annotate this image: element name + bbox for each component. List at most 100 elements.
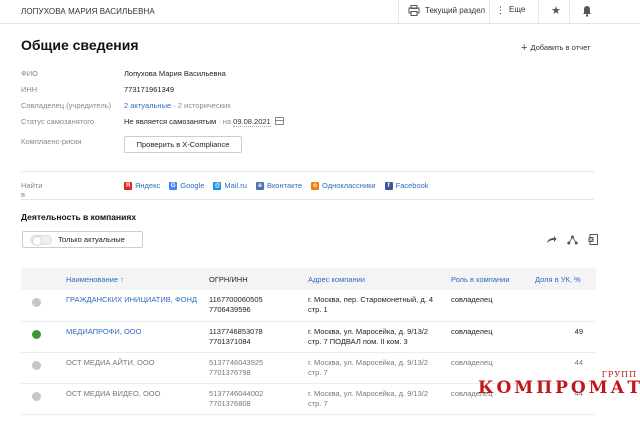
name-cell: ОСТ МЕДИА АЙТИ, ООО — [66, 352, 209, 384]
name-cell: ГРАЖДАНСКИХ ИНИЦИАТИВ, ФОНД — [66, 290, 209, 322]
toggle-switch[interactable] — [30, 234, 52, 246]
selfemployed-status: Не является самозанятым — [124, 117, 217, 126]
google-icon: G — [169, 181, 178, 190]
facebook-icon: f — [384, 181, 393, 190]
address-line1: г. Москва, ул. Маросейка, д. 9/13/2 — [308, 326, 429, 336]
find-link-google[interactable]: G Google — [169, 181, 204, 190]
address-cell: г. Москва, пер. Старомонетный, д. 4 стр. … — [308, 290, 451, 322]
activity-title: Деятельность в компаниях — [21, 212, 137, 222]
owner-actual-link[interactable]: 2 актуальные — [124, 101, 171, 110]
divider — [569, 0, 570, 24]
role-cell: совладелец — [451, 290, 535, 322]
watermark-big: КОМПРОМАТ — [478, 378, 640, 398]
share-cell: 49 — [535, 321, 596, 353]
ogrn-cell: 5137746043925 7701376798 — [209, 352, 308, 384]
header-role[interactable]: Роль в компании — [451, 268, 535, 290]
name-cell: ОСТ МЕДИА ВИДЕО, ООО — [66, 383, 209, 415]
compliance-label: Комплаенс-риски — [21, 137, 82, 146]
company-name-link[interactable]: ОСТ МЕДИА ВИДЕО, ООО — [66, 389, 160, 398]
calendar-icon[interactable] — [274, 117, 284, 125]
mailru-icon: @ — [213, 181, 222, 190]
export-excel-icon[interactable] — [588, 234, 598, 245]
inn-value: 7701376798 — [209, 367, 251, 377]
find-link-label: Mail.ru — [224, 181, 247, 190]
only-actual-toggle[interactable]: Только актуальные — [22, 231, 143, 248]
owner-value: 2 актуальные · 2 исторических — [124, 101, 231, 110]
yandex-icon: Я — [124, 181, 132, 190]
selfemployed-label: Статус самозанятого — [21, 117, 95, 126]
star-icon[interactable]: ★ — [551, 4, 561, 17]
status-inactive-icon — [32, 298, 41, 307]
divider — [489, 0, 490, 24]
bell-icon[interactable] — [582, 5, 592, 17]
divider — [398, 0, 399, 24]
selfemployed-value: Не является самозанятым · на 09.08.2021 — [124, 117, 284, 127]
only-actual-label: Только актуальные — [58, 235, 125, 244]
page-title: Общие сведения — [21, 37, 139, 53]
address-line2: стр. 7 — [308, 398, 328, 408]
selfemployed-date-field[interactable]: 09.08.2021 — [233, 117, 271, 127]
find-link-facebook[interactable]: f Facebook — [384, 181, 429, 190]
header-ogrn[interactable]: ОГРН/ИНН — [209, 268, 308, 290]
find-link-label: Одноклассники — [322, 181, 376, 190]
inn-label: ИНН — [21, 85, 38, 94]
current-section-button[interactable]: Текущий раздел — [408, 5, 485, 16]
status-inactive-icon — [32, 391, 41, 401]
role-value: совладелец — [451, 357, 493, 367]
more-dots-icon: ⋮ — [496, 4, 505, 15]
share-icon[interactable] — [546, 235, 557, 244]
ogrn-cell: 1167700060505 7706439596 — [209, 290, 308, 322]
find-link-mailru[interactable]: @ Mail.ru — [213, 181, 247, 190]
ogrn-value: 5137746044002 — [209, 388, 264, 398]
add-to-report-button[interactable]: + Добавить в отчет — [521, 42, 590, 53]
divider — [21, 199, 594, 200]
divider — [21, 171, 594, 172]
ok-icon: о — [311, 181, 320, 190]
address-line1: г. Москва, пер. Старомонетный, д. 4 — [308, 295, 434, 304]
status-cell — [21, 383, 66, 415]
find-link-ok[interactable]: о Одноклассники — [311, 181, 376, 190]
owner-label: Совладелец (учредитель) — [21, 101, 112, 110]
table-row[interactable]: ГРАЖДАНСКИХ ИНИЦИАТИВ, ФОНД 1167700060505… — [21, 290, 596, 322]
find-in-label: Найти в — [21, 181, 43, 199]
status-cell — [21, 290, 66, 322]
find-link-label: Яндекс — [135, 181, 161, 190]
header-share[interactable]: Доля в УК, % — [535, 268, 596, 290]
address-line1: г. Москва, ул. Маросейка, д. 9/13/2 — [308, 357, 429, 367]
table-row[interactable]: МЕДИАПРОФИ, ООО 1137746853078 7701371084 г.… — [21, 321, 596, 353]
watermark-logo: ГРУПП КОМПРОМАТ — [478, 370, 640, 398]
address-line2: стр. 1 — [308, 305, 328, 314]
fio-value: Лопухова Мария Васильевна — [124, 69, 226, 78]
graph-icon[interactable] — [567, 235, 578, 245]
address-line1: г. Москва, ул. Маросейка, д. 9/13/2 — [308, 388, 429, 398]
status-cell — [21, 352, 66, 384]
company-name-link[interactable]: МЕДИАПРОФИ, ООО — [66, 327, 141, 336]
selfemployed-on: · на — [216, 117, 234, 126]
company-name-link[interactable]: ОСТ МЕДИА АЙТИ, ООО — [66, 358, 155, 367]
header-address[interactable]: Адрес компании — [308, 268, 451, 290]
more-label: Еще — [509, 5, 526, 14]
address-cell: г. Москва, ул. Маросейка, д. 9/13/2 стр. … — [308, 383, 451, 415]
inn-value: 7706439596 — [209, 305, 251, 314]
owner-historical[interactable]: · 2 исторических — [171, 101, 231, 110]
header-name[interactable]: Наименование ↑ — [66, 268, 209, 290]
status-cell — [21, 321, 66, 353]
check-compliance-button[interactable]: Проверить в X-Compliance — [124, 136, 242, 153]
company-name-link[interactable]: ГРАЖДАНСКИХ ИНИЦИАТИВ, ФОНД — [66, 295, 197, 304]
role-value: совладелец — [451, 295, 493, 304]
vk-icon: в — [255, 181, 264, 190]
more-button[interactable]: ⋮ Еще — [496, 5, 525, 14]
find-link-label: Вконтакте — [266, 181, 303, 190]
table-tools — [546, 234, 598, 245]
address-line2: стр. 7 ПОДВАЛ пом. II ком. 3 — [308, 336, 408, 346]
ogrn-value: 1137746853078 — [209, 326, 263, 336]
share-value: 49 — [574, 326, 583, 336]
address-cell: г. Москва, ул. Маросейка, д. 9/13/2 стр. … — [308, 321, 451, 353]
status-inactive-icon — [32, 360, 41, 370]
share-value: 44 — [574, 357, 583, 367]
find-in-links: Я Яндекс G Google @ Mail.ru в Вконтакте о Однокла… — [124, 181, 429, 190]
header-status — [21, 268, 66, 290]
ogrn-value: 5137746043925 — [209, 357, 264, 367]
find-link-vk[interactable]: в Вконтакте — [255, 181, 303, 190]
find-link-yandex[interactable]: Я Яндекс — [124, 181, 160, 190]
